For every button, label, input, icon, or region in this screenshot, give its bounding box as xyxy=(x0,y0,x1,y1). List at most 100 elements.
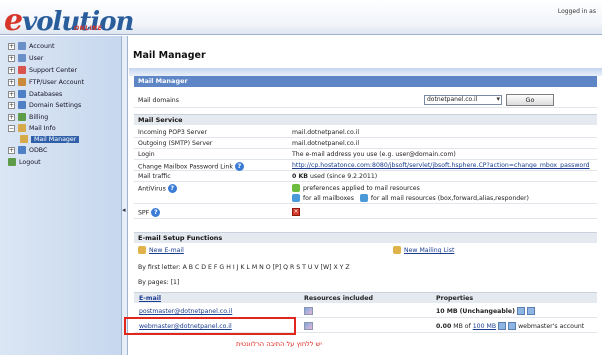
permissions-icon[interactable] xyxy=(526,307,535,315)
setup-functions-title: E-mail Setup Functions xyxy=(134,232,597,243)
sidebar-item-logout[interactable]: Logout xyxy=(8,157,41,167)
antivirus-value: preferences applied to mail resources xyxy=(292,184,420,192)
domain-icon xyxy=(18,101,26,109)
smtp-row: Outgoing (SMTP) Server mail.dotnetpanel.… xyxy=(134,138,597,149)
mail-traffic-row: Mail traffic 0 KB used (since 9.2.2011) xyxy=(134,171,597,182)
mail-icon xyxy=(18,124,26,132)
resources-icon[interactable] xyxy=(304,307,313,315)
logo-subtitle: ONLINE xyxy=(74,25,103,32)
database-icon xyxy=(18,90,26,98)
properties-cell: 0.00 MB of 100 MB webmaster's account xyxy=(436,322,585,330)
login-value: The e-mail address you use (e.g. user@do… xyxy=(292,151,456,158)
sidebar-item-label: Billing xyxy=(29,113,49,121)
spf-row: SPF? × xyxy=(134,206,597,219)
highlight-box xyxy=(124,317,296,335)
new-mailing-list-link[interactable]: New Mailing List xyxy=(404,247,454,254)
expand-icon[interactable]: + xyxy=(8,42,15,50)
new-email-action[interactable]: New E-mail xyxy=(138,246,184,254)
spf-label: SPF? xyxy=(138,208,161,217)
sidebar-item-billing[interactable]: + Billing xyxy=(8,112,48,122)
pop3-row: Incoming POP3 Server mail.dotnetpanel.co… xyxy=(134,127,597,138)
traffic-label: Mail traffic xyxy=(138,173,171,180)
antivirus-resources-icon[interactable] xyxy=(359,194,368,202)
sidebar-item-mail-manager[interactable]: Mail Manager xyxy=(20,134,80,144)
new-mailing-list-action[interactable]: New Mailing List xyxy=(393,246,454,254)
expand-icon[interactable]: + xyxy=(8,146,15,154)
login-label: Login xyxy=(138,151,155,158)
spf-status: × xyxy=(292,208,300,216)
sidebar-item-databases[interactable]: + Databases xyxy=(8,89,62,99)
sidebar-item-account[interactable]: + Account xyxy=(8,41,54,51)
sidebar-item-label: Databases xyxy=(29,90,63,98)
expand-icon[interactable]: + xyxy=(8,90,15,98)
email-link[interactable]: postmaster@dotnetpanel.co.il xyxy=(139,308,232,315)
logged-in-text: Logged in as xyxy=(557,8,596,15)
letter-filter[interactable]: By first letter: A B C D E F G H I J K L… xyxy=(138,264,350,271)
mail-domains-label: Mail domains xyxy=(138,97,179,104)
mail-manager-icon xyxy=(20,135,28,143)
col-resources: Resources included xyxy=(304,295,374,302)
sidebar-item-label: Support Center xyxy=(29,66,78,74)
title-divider xyxy=(129,68,602,76)
email-table-header: E-mail Resources included Properties xyxy=(134,292,597,303)
collapse-icon[interactable]: − xyxy=(8,124,15,132)
sidebar-item-label: User xyxy=(29,54,44,62)
sidebar-item-user[interactable]: + User xyxy=(8,53,43,63)
sidebar-item-domain-settings[interactable]: + Domain Settings xyxy=(8,100,81,110)
user-icon xyxy=(18,54,26,62)
shield-check-icon xyxy=(292,184,300,192)
expand-icon[interactable]: + xyxy=(8,101,15,109)
change-password-link[interactable]: http://cp.hostatonce.com:8080/jbsoft/ser… xyxy=(292,162,590,169)
expand-icon[interactable]: + xyxy=(8,54,15,62)
odbc-icon xyxy=(18,146,26,154)
sidebar-item-label: Logout xyxy=(19,158,41,166)
logout-icon xyxy=(8,158,16,166)
new-email-link[interactable]: New E-mail xyxy=(149,247,184,254)
settings-icon[interactable] xyxy=(516,307,525,315)
help-icon[interactable]: ? xyxy=(167,184,177,193)
logo: evolution xyxy=(4,3,134,38)
col-properties: Properties xyxy=(436,295,474,302)
smtp-value: mail.dotnetpanel.co.il xyxy=(292,140,360,147)
disabled-x-icon[interactable]: × xyxy=(292,208,300,216)
expand-icon[interactable]: + xyxy=(8,113,15,121)
pop3-label: Incoming POP3 Server xyxy=(138,129,208,136)
ftp-icon xyxy=(18,78,26,86)
domain-select[interactable]: dotnetpanel.co.il xyxy=(424,95,502,105)
expand-icon[interactable]: + xyxy=(8,66,15,74)
sidebar-item-support-center[interactable]: + Support Center xyxy=(8,65,77,75)
expand-icon[interactable]: + xyxy=(8,78,15,86)
antivirus-mailboxes-icon[interactable] xyxy=(292,194,300,202)
sidebar-item-mail-info[interactable]: − Mail Info xyxy=(8,123,56,133)
mail-domains-row: Mail domains dotnetpanel.co.il Go xyxy=(134,94,597,108)
login-row: Login The e-mail address you use (e.g. u… xyxy=(134,149,597,160)
change-password-label: Change Mailbox Password Link? xyxy=(138,162,244,171)
permissions-icon[interactable] xyxy=(508,322,517,330)
help-icon[interactable]: ? xyxy=(151,208,161,217)
support-icon xyxy=(18,66,26,74)
mail-service-title: Mail Service xyxy=(134,114,597,125)
quota-link[interactable]: 100 MB xyxy=(473,323,496,330)
collapse-arrow-icon[interactable]: ◂ xyxy=(122,206,126,214)
main-content: Mail Manager Mail Manager Mail domains d… xyxy=(129,36,602,355)
billing-icon xyxy=(18,113,26,121)
smtp-label: Outgoing (SMTP) Server xyxy=(138,140,213,147)
sidebar-item-label: Account xyxy=(29,42,55,50)
col-email[interactable]: E-mail xyxy=(139,295,161,302)
settings-icon[interactable] xyxy=(498,322,507,330)
go-button[interactable]: Go xyxy=(506,94,554,106)
sidebar-splitter[interactable]: ◂ xyxy=(122,36,128,355)
antivirus-row: AntiVirus? preferences applied to mail r… xyxy=(134,182,597,204)
resources-icon[interactable] xyxy=(304,322,313,330)
account-icon xyxy=(18,42,26,50)
sidebar-item-label: FTP/User Account xyxy=(29,78,85,86)
sidebar-item-odbc[interactable]: + ODBC xyxy=(8,145,47,155)
page-title: Mail Manager xyxy=(133,50,206,61)
pop3-value: mail.dotnetpanel.co.il xyxy=(292,129,360,136)
sidebar-item-label: Mail Manager xyxy=(31,135,80,143)
sidebar-item-ftp[interactable]: + FTP/User Account xyxy=(8,77,84,87)
annotation-note: יש ללחוץ על התיבה הרלוונטית xyxy=(236,340,322,348)
antivirus-options: for all mailboxes for all mail resources… xyxy=(292,194,529,202)
help-icon[interactable]: ? xyxy=(234,162,244,171)
page-filter[interactable]: By pages: [1] xyxy=(138,279,179,286)
